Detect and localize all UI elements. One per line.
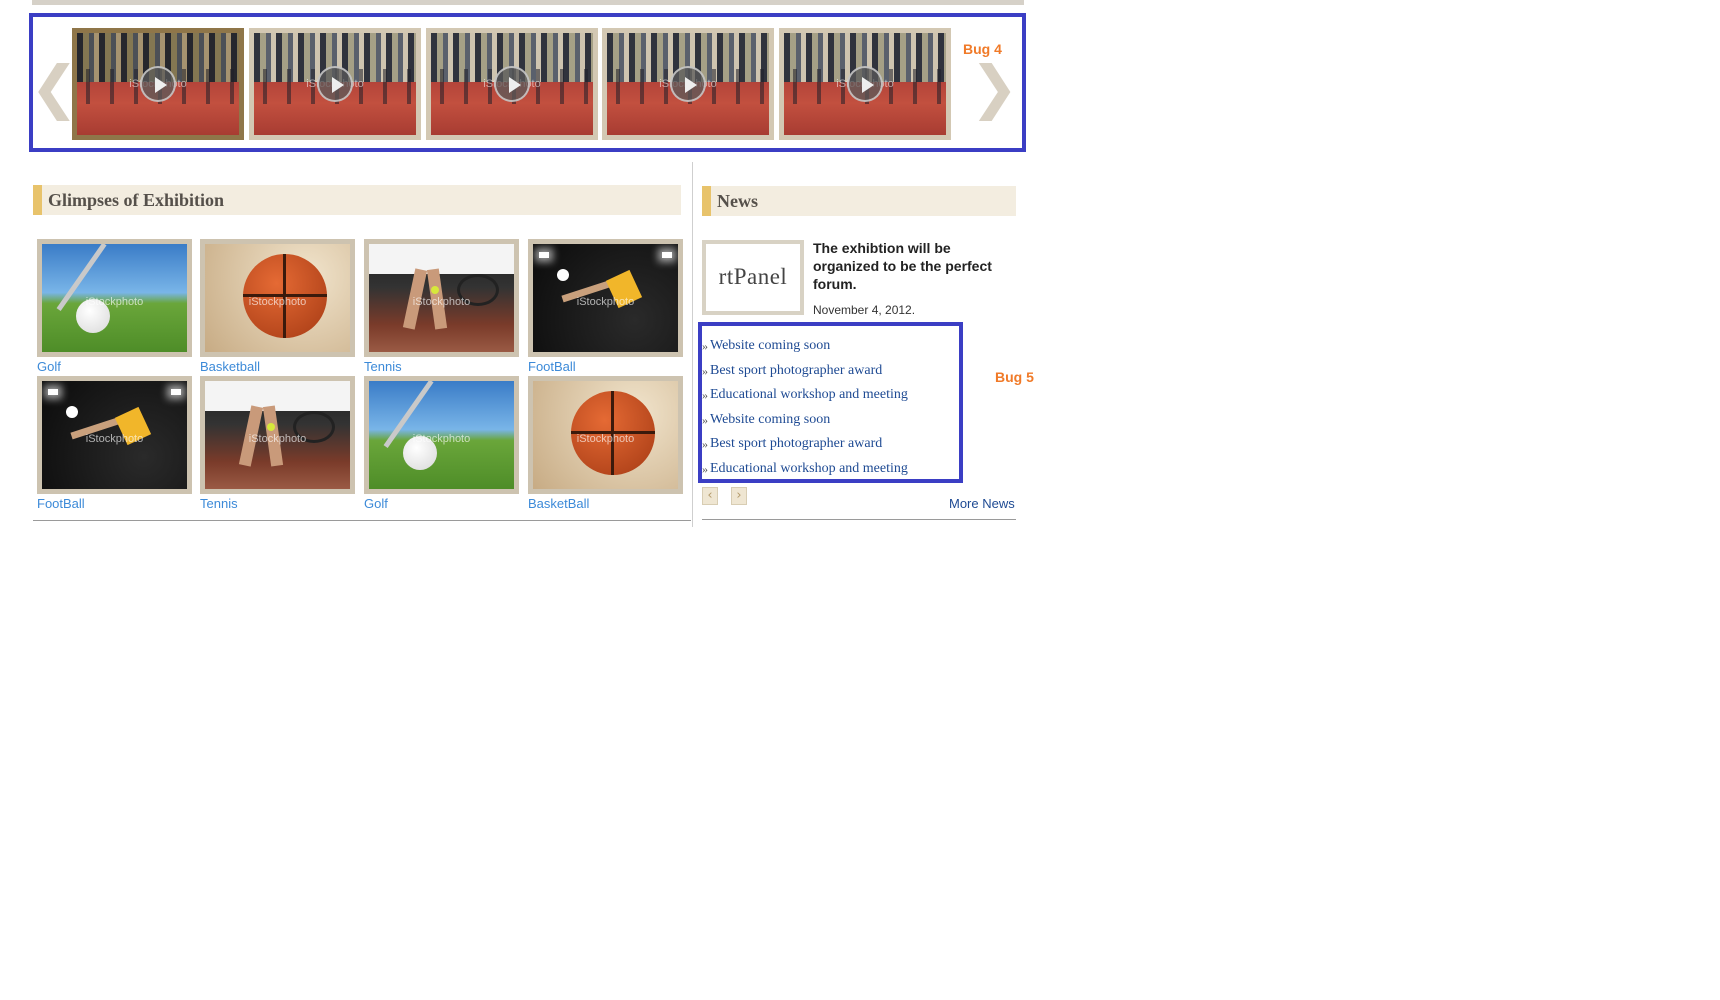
photo: iStockphoto	[205, 244, 350, 352]
news-prev-button[interactable]: ‹	[702, 487, 718, 505]
bullet-icon: »	[702, 437, 708, 451]
news-list: » Website coming soon» Best sport photogra…	[702, 334, 908, 481]
carousel-next-arrow[interactable]: ❯	[970, 58, 1019, 116]
gallery-image-tennis[interactable]: iStockphoto	[200, 376, 355, 494]
bug4-label: Bug 4	[963, 41, 1002, 57]
news-item-link[interactable]: Website coming soon	[710, 338, 830, 353]
news-item-link[interactable]: Best sport photographer award	[710, 436, 882, 451]
play-icon[interactable]	[140, 66, 176, 102]
gallery-image-golf[interactable]: iStockphoto	[364, 376, 519, 494]
more-news-link[interactable]: More News	[949, 496, 1015, 511]
gallery-caption-link[interactable]: BasketBall	[528, 496, 589, 511]
gallery-caption-link[interactable]: Tennis	[364, 359, 402, 374]
photo: iStockphoto	[533, 381, 678, 489]
tennis-ball	[267, 423, 275, 431]
gallery-image-tennis[interactable]: iStockphoto	[364, 239, 519, 357]
video-preview: iStockphoto	[431, 33, 593, 135]
news-list-item[interactable]: » Educational workshop and meeting	[702, 457, 908, 482]
news-item-link[interactable]: Educational workshop and meeting	[710, 387, 908, 402]
soccer-ball	[557, 269, 569, 281]
photo: iStockphoto	[205, 381, 350, 489]
news-list-item[interactable]: » Best sport photographer award	[702, 359, 908, 384]
gallery-caption-link[interactable]: Basketball	[200, 359, 260, 374]
player-shorts	[369, 244, 514, 275]
gallery-image-football[interactable]: iStockphoto	[37, 376, 192, 494]
tennis-ball	[431, 286, 439, 294]
gallery-bottom-rule	[33, 520, 691, 521]
news-bottom-rule	[702, 519, 1016, 520]
photo: iStockphoto	[42, 381, 187, 489]
bullet-icon: »	[702, 363, 708, 378]
gallery-image-basketball[interactable]: iStockphoto	[528, 376, 683, 494]
bug5-label: Bug 5	[995, 369, 1034, 385]
carousel-video-thumbnail[interactable]: iStockphoto	[426, 28, 598, 140]
top-divider	[32, 0, 1024, 5]
video-preview: iStockphoto	[784, 33, 946, 135]
gallery-caption-link[interactable]: Golf	[364, 496, 388, 511]
stadium-light	[48, 389, 58, 395]
photo: iStockphoto	[533, 244, 678, 352]
watermark: iStockphoto	[576, 295, 635, 308]
news-featured-title[interactable]: The exhibtion will be organized to be th…	[813, 239, 1013, 293]
watermark: iStockphoto	[85, 295, 144, 308]
gallery-caption-link[interactable]: Tennis	[200, 496, 238, 511]
news-list-item[interactable]: » Educational workshop and meeting	[702, 383, 908, 408]
stadium-light	[539, 252, 549, 258]
photo: iStockphoto	[42, 244, 187, 352]
gallery-caption-link[interactable]: FootBall	[528, 359, 576, 374]
photo: iStockphoto	[369, 244, 514, 352]
video-preview: iStockphoto	[607, 33, 769, 135]
play-icon[interactable]	[494, 66, 530, 102]
carousel-video-thumbnail[interactable]: iStockphoto	[72, 28, 244, 140]
watermark: iStockphoto	[85, 432, 144, 445]
news-list-item[interactable]: » Best sport photographer award	[702, 432, 908, 457]
play-icon[interactable]	[317, 66, 353, 102]
play-icon[interactable]	[847, 66, 883, 102]
gallery-image-golf[interactable]: iStockphoto	[37, 239, 192, 357]
stadium-light	[171, 389, 181, 395]
bullet-icon: »	[702, 412, 708, 427]
bullet-icon: »	[702, 339, 708, 353]
news-featured-date: November 4, 2012.	[813, 303, 916, 317]
gallery-caption-link[interactable]: FootBall	[37, 496, 85, 511]
bullet-icon: »	[702, 461, 708, 476]
watermark: iStockphoto	[248, 295, 307, 308]
stadium-light	[662, 252, 672, 258]
video-preview: iStockphoto	[77, 33, 239, 135]
carousel-video-thumbnail[interactable]: iStockphoto	[779, 28, 951, 140]
news-list-item[interactable]: » Website coming soon	[702, 334, 908, 359]
gallery-image-football[interactable]: iStockphoto	[528, 239, 683, 357]
player-shorts	[205, 381, 350, 412]
play-icon[interactable]	[670, 66, 706, 102]
gallery-image-basketball[interactable]: iStockphoto	[200, 239, 355, 357]
watermark: iStockphoto	[412, 432, 471, 445]
news-list-item[interactable]: » Website coming soon	[702, 408, 908, 433]
soccer-ball	[66, 406, 78, 418]
gallery-heading: Glimpses of Exhibition	[33, 185, 681, 215]
video-preview: iStockphoto	[254, 33, 416, 135]
news-item-link[interactable]: Website coming soon	[710, 412, 830, 427]
column-divider	[692, 162, 693, 527]
watermark: iStockphoto	[248, 432, 307, 445]
news-next-button[interactable]: ›	[731, 487, 747, 505]
news-item-link[interactable]: Best sport photographer award	[710, 363, 882, 378]
news-heading: News	[702, 186, 1016, 216]
photo: iStockphoto	[369, 381, 514, 489]
carousel-video-thumbnail[interactable]: iStockphoto	[249, 28, 421, 140]
carousel-video-thumbnail[interactable]: iStockphoto	[602, 28, 774, 140]
watermark: iStockphoto	[576, 432, 635, 445]
news-thumbnail-logo[interactable]: rtPanel	[702, 240, 804, 315]
gallery-caption-link[interactable]: Golf	[37, 359, 61, 374]
watermark: iStockphoto	[412, 295, 471, 308]
bullet-icon: »	[702, 388, 708, 402]
news-item-link[interactable]: Educational workshop and meeting	[710, 461, 908, 476]
